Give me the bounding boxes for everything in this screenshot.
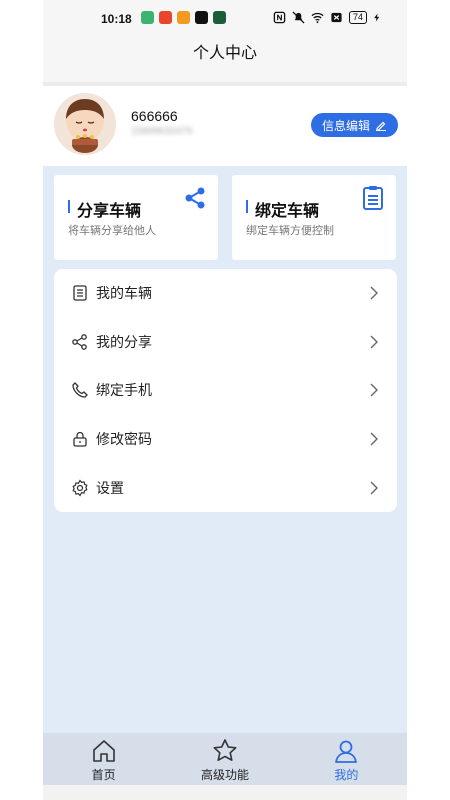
sim-icon — [331, 12, 342, 23]
chevron-right-icon — [370, 335, 378, 349]
share-vehicle-subtitle: 将车辆分享给他人 — [68, 225, 156, 237]
profile-section: 666666 15899632479 信息编辑 — [43, 86, 407, 166]
status-time: 10:18 — [101, 12, 132, 26]
tab-label: 我的 — [334, 768, 359, 782]
phone-icon — [72, 382, 88, 399]
notification-icons — [141, 11, 226, 24]
chevron-right-icon — [370, 383, 378, 397]
share-icon — [72, 334, 87, 350]
chevron-right-icon — [370, 286, 378, 300]
bind-vehicle-card[interactable]: 绑定车辆 绑定车辆方便控制 — [232, 175, 396, 260]
menu-list: 我的车辆 我的分享 绑定手机 修改密码 设置 — [54, 269, 397, 512]
avatar-image — [54, 93, 116, 155]
app-icon-dark-green — [213, 11, 226, 24]
menu-item-label: 我的车辆 — [96, 285, 152, 302]
menu-item-my-shares[interactable]: 我的分享 — [54, 318, 397, 367]
star-icon — [213, 739, 237, 761]
edit-profile-label: 信息编辑 — [321, 118, 370, 133]
tab-home[interactable]: 首页 — [43, 733, 164, 785]
app-icon-green — [141, 11, 154, 24]
mute-icon — [292, 11, 305, 24]
bottom-tab-bar: 首页 高级功能 我的 — [43, 733, 407, 785]
app-icon-red — [159, 11, 172, 24]
menu-item-label: 修改密码 — [96, 431, 152, 448]
clipboard-icon — [363, 186, 383, 210]
phone-number: 15899632479 — [131, 126, 193, 137]
menu-item-label: 绑定手机 — [96, 382, 152, 399]
username: 666666 — [131, 108, 178, 124]
home-icon — [92, 740, 115, 762]
menu-item-settings[interactable]: 设置 — [54, 463, 397, 512]
lock-icon — [73, 432, 87, 447]
tiktok-icon — [195, 11, 208, 24]
tab-label: 首页 — [91, 768, 116, 782]
menu-item-bind-phone[interactable]: 绑定手机 — [54, 366, 397, 415]
bind-vehicle-subtitle: 绑定车辆方便控制 — [246, 225, 334, 237]
app-icon-orange — [177, 11, 190, 24]
tab-mine[interactable]: 我的 — [286, 733, 407, 785]
system-icons: 74 — [273, 11, 381, 24]
card-accent-bar — [246, 200, 248, 213]
avatar[interactable] — [54, 93, 116, 155]
battery-indicator: 74 — [348, 11, 367, 24]
pencil-icon — [376, 121, 386, 131]
share-icon — [185, 187, 205, 209]
share-vehicle-title: 分享车辆 — [77, 203, 142, 220]
system-nav-bar — [43, 785, 407, 800]
share-vehicle-card[interactable]: 分享车辆 将车辆分享给他人 — [54, 175, 218, 260]
chevron-right-icon — [370, 481, 378, 495]
menu-item-label: 设置 — [96, 479, 124, 496]
wifi-icon — [311, 12, 324, 24]
page-title: 个人中心 — [43, 38, 407, 83]
tab-label: 高级功能 — [200, 768, 249, 782]
charging-icon — [374, 13, 380, 22]
nfc-icon — [273, 11, 286, 24]
menu-item-my-vehicles[interactable]: 我的车辆 — [54, 269, 397, 318]
tab-advanced-features[interactable]: 高级功能 — [164, 733, 285, 785]
gear-icon — [72, 479, 88, 497]
list-icon — [73, 285, 87, 301]
menu-item-change-password[interactable]: 修改密码 — [54, 415, 397, 464]
edit-profile-button[interactable]: 信息编辑 — [311, 113, 398, 137]
menu-item-label: 我的分享 — [96, 333, 152, 350]
bind-vehicle-title: 绑定车辆 — [255, 203, 320, 220]
user-icon — [335, 740, 358, 763]
screen: 10:18 74 个人中心 666666 15899632479 信息编辑 分享… — [43, 0, 407, 800]
chevron-right-icon — [370, 432, 378, 446]
card-accent-bar — [68, 200, 70, 213]
status-bar: 10:18 74 — [43, 0, 407, 38]
